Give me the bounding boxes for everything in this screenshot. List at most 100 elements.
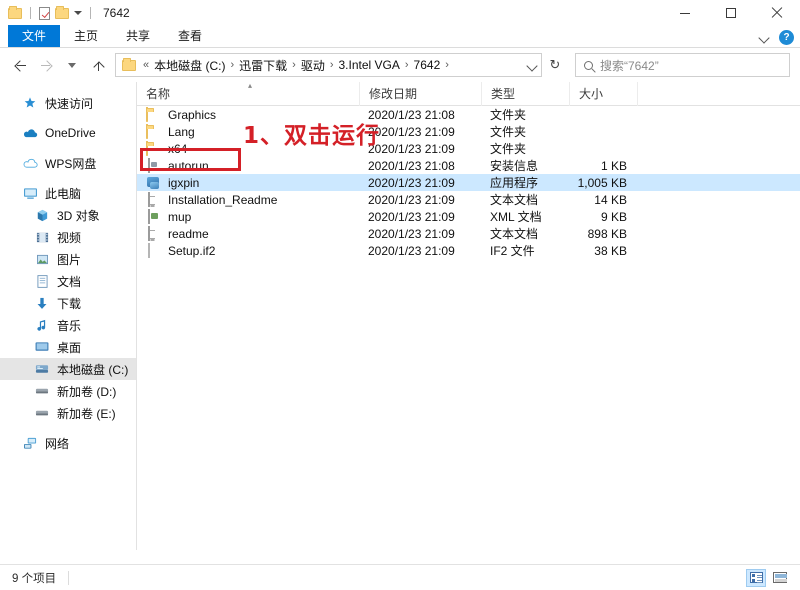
file-size: 1 KB [600, 158, 627, 173]
sidebar-item-label: 下载 [57, 296, 82, 311]
sidebar-item-label: 新加卷 (D:) [57, 384, 117, 399]
table-row[interactable]: Setup.if2 2020/1/23 21:09 IF2 文件 38 KB [137, 242, 800, 259]
sidebar-item-videos[interactable]: 视频 [0, 226, 136, 248]
sidebar-item-music[interactable]: 音乐 [0, 314, 136, 336]
maximize-button[interactable] [708, 0, 754, 26]
sidebar-item-volume-e[interactable]: 新加卷 (E:) [0, 402, 136, 424]
drive-icon [34, 383, 50, 399]
breadcrumb-separator-3[interactable]: › [403, 59, 411, 71]
sidebar-item-documents[interactable]: 文档 [0, 270, 136, 292]
sidebar-item-label: 3D 对象 [57, 208, 100, 223]
customize-dropdown-icon[interactable] [74, 11, 82, 15]
minimize-button[interactable] [662, 0, 708, 26]
new-folder-icon[interactable] [55, 5, 69, 19]
file-type: 安装信息 [490, 159, 539, 173]
ribbon-right-controls: ? [760, 30, 794, 45]
arrow-right-icon [40, 59, 53, 72]
breadcrumb-item-2[interactable]: 驱动 [298, 57, 328, 74]
sidebar-item-label: 图片 [57, 252, 82, 267]
breadcrumb-separator-0[interactable]: › [228, 59, 236, 71]
file-name: x64 [168, 141, 188, 156]
table-row[interactable]: x64 2020/1/23 21:09 文件夹 [137, 140, 800, 157]
sidebar-item-pictures[interactable]: 图片 [0, 248, 136, 270]
column-header-type[interactable]: 类型 [481, 81, 569, 106]
sidebar-item-local-disk-c[interactable]: 本地磁盘 (C:) [0, 358, 136, 380]
tab-file[interactable]: 文件 [8, 25, 61, 47]
file-name: mup [168, 209, 192, 224]
video-icon [34, 229, 50, 245]
tab-home[interactable]: 主页 [60, 25, 112, 47]
recent-locations-button[interactable] [60, 53, 84, 77]
desktop-icon [34, 339, 50, 355]
breadcrumb-separator-1[interactable]: › [290, 59, 298, 71]
breadcrumb[interactable]: « 本地磁盘 (C:) › 迅雷下载 › 驱动 › 3.Intel VGA › … [115, 53, 542, 77]
sidebar-item-desktop[interactable]: 桌面 [0, 336, 136, 358]
table-row-selected[interactable]: igxpin 2020/1/23 21:09 应用程序 1,005 KB [137, 174, 800, 191]
file-size: 9 KB [600, 209, 627, 224]
file-date: 2020/1/23 21:09 [368, 124, 455, 139]
ribbon-tab-bar: 文件 主页 共享 查看 ? [0, 25, 800, 48]
forward-button[interactable] [34, 53, 58, 77]
file-date: 2020/1/23 21:09 [368, 209, 455, 224]
item-count-label: 9 个项目 [12, 572, 57, 585]
toolbar-divider [30, 7, 31, 19]
sort-ascending-icon: ▴ [248, 80, 253, 90]
chevron-down-icon[interactable] [760, 33, 769, 42]
sidebar-item-quick-access[interactable]: 快速访问 [0, 92, 136, 114]
computer-icon [22, 185, 38, 201]
search-input[interactable]: 搜索“7642” [600, 57, 659, 74]
sidebar-item-wps-cloud[interactable]: WPS网盘 [0, 152, 136, 174]
properties-icon[interactable] [39, 6, 50, 20]
breadcrumb-separator-4[interactable]: › [443, 59, 451, 71]
column-header-extra[interactable] [637, 81, 800, 106]
breadcrumb-separator-2[interactable]: › [328, 59, 336, 71]
sidebar-item-onedrive[interactable]: OneDrive [0, 122, 136, 144]
sidebar-item-this-pc[interactable]: 此电脑 [0, 182, 136, 204]
tab-view[interactable]: 查看 [164, 25, 216, 47]
details-view-button[interactable] [746, 568, 766, 587]
table-row[interactable]: Graphics 2020/1/23 21:08 文件夹 [137, 106, 800, 123]
folder-icon[interactable] [8, 5, 22, 19]
table-row[interactable]: Installation_Readme 2020/1/23 21:09 文本文档… [137, 191, 800, 208]
sidebar-item-label: 视频 [57, 230, 82, 245]
breadcrumb-item-1[interactable]: 迅雷下载 [236, 57, 290, 74]
refresh-button[interactable]: ↻ [544, 53, 566, 77]
sidebar-item-downloads[interactable]: 下载 [0, 292, 136, 314]
status-divider [68, 570, 70, 585]
table-row[interactable]: readme 2020/1/23 21:09 文本文档 898 KB [137, 225, 800, 242]
search-box[interactable]: 搜索“7642” [575, 53, 790, 77]
column-header-name[interactable]: 名称 ▴ [137, 80, 359, 106]
sidebar-item-label: 此电脑 [45, 186, 82, 201]
table-row[interactable]: Lang 2020/1/23 21:09 文件夹 [137, 123, 800, 140]
window-controls [662, 0, 800, 26]
large-icons-view-icon [773, 572, 787, 583]
breadcrumb-item-0[interactable]: 本地磁盘 (C:) [151, 57, 228, 74]
breadcrumb-item-3[interactable]: 3.Intel VGA [336, 58, 403, 72]
sidebar-item-volume-d[interactable]: 新加卷 (D:) [0, 380, 136, 402]
table-row[interactable]: mup 2020/1/23 21:09 XML 文档 9 KB [137, 208, 800, 225]
sidebar-item-network[interactable]: 网络 [0, 432, 136, 454]
tab-share[interactable]: 共享 [112, 25, 164, 47]
column-header-size[interactable]: 大小 [569, 81, 637, 106]
file-size: 1,005 KB [577, 175, 627, 190]
large-icons-view-button[interactable] [770, 569, 790, 587]
file-date: 2020/1/23 21:09 [368, 226, 455, 241]
help-icon[interactable]: ? [779, 30, 794, 45]
file-type: XML 文档 [490, 210, 542, 224]
table-row[interactable]: autorun 2020/1/23 21:08 安装信息 1 KB [137, 157, 800, 174]
network-icon [22, 435, 38, 451]
breadcrumb-overflow[interactable]: « [141, 59, 151, 71]
address-dropdown-icon[interactable] [528, 61, 537, 70]
close-button[interactable] [754, 0, 800, 26]
up-button[interactable] [86, 53, 110, 77]
xml-document-icon [148, 209, 150, 224]
back-button[interactable] [8, 53, 32, 77]
sidebar-item-label: 桌面 [57, 340, 82, 355]
drive-icon [34, 405, 50, 421]
breadcrumb-item-4[interactable]: 7642 [411, 58, 444, 72]
column-header-date[interactable]: 修改日期 [359, 81, 481, 106]
file-date: 2020/1/23 21:08 [368, 158, 455, 173]
text-document-icon [148, 226, 150, 241]
sidebar-item-3d-objects[interactable]: 3D 对象 [0, 204, 136, 226]
document-icon [34, 273, 50, 289]
